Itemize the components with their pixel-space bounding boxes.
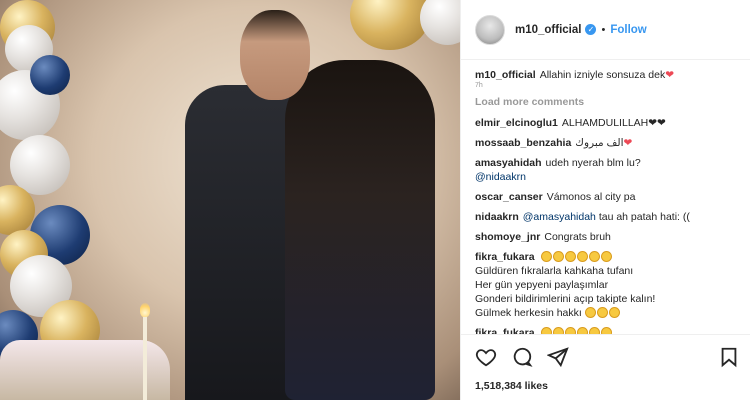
comment-item: fikra_fukara Güldüren fıkralarla kahkaha… xyxy=(475,250,738,320)
comment-username[interactable]: m10_official xyxy=(475,69,536,81)
comment-text: Congrats bruh xyxy=(544,231,611,243)
heart-outline-icon[interactable] xyxy=(475,346,497,368)
load-more-comments-button[interactable]: Load more comments xyxy=(475,96,738,108)
comment-line: Güldüren fıkralarla kahkaha tufanı xyxy=(475,265,634,277)
comment-username[interactable]: oscar_canser xyxy=(475,191,543,203)
man-head xyxy=(240,10,310,100)
comment-username[interactable]: amasyahidah xyxy=(475,157,542,169)
heart-emoji: ❤ xyxy=(665,69,675,81)
comment-username[interactable]: fikra_fukara xyxy=(475,251,535,263)
comment-text: ALHAMDULILLAH xyxy=(561,117,649,129)
comment-item: oscar_canser Vámonos al city pa xyxy=(475,190,738,204)
caption-text: Allahin izniyle sonsuza dek xyxy=(539,69,666,81)
balloon xyxy=(30,55,70,95)
mention-link[interactable]: @nidaakrn xyxy=(475,171,526,183)
instagram-post: m10_official ✓ • Follow m10_official Alla… xyxy=(0,0,750,400)
comment-item: shomoye_jnr Congrats bruh xyxy=(475,230,738,244)
laughing-emoji-icon xyxy=(541,251,613,263)
comment-line: Gonderi bildirimlerini açıp takipte kalı… xyxy=(475,293,656,305)
post-header: m10_official ✓ • Follow xyxy=(461,0,750,60)
comment-item: fikra_fukara xyxy=(475,326,738,334)
caption-time: 7h xyxy=(475,82,483,89)
follow-button[interactable]: Follow xyxy=(610,24,646,36)
comments-list[interactable]: m10_official Allahin izniyle sonsuza dek❤… xyxy=(461,60,750,334)
comment-text: tau ah patah hati: (( xyxy=(598,211,690,223)
share-arrow-icon[interactable] xyxy=(547,346,569,368)
comment-item: elmir_elcinoglu1 ALHAMDULILLAH❤❤ xyxy=(475,116,738,130)
post-photo[interactable] xyxy=(0,0,460,400)
comment-item: amasyahidah udeh nyerah blm lu? @nidaakrn xyxy=(475,156,738,184)
candle-flame xyxy=(140,303,150,317)
separator-dot: • xyxy=(601,23,606,36)
comment-item: mossaab_benzahia الف مبروك❤ xyxy=(475,136,738,150)
balloon xyxy=(420,0,460,45)
header-username[interactable]: m10_official xyxy=(515,24,581,36)
verified-badge-icon: ✓ xyxy=(585,24,597,35)
action-bar xyxy=(461,334,750,378)
comment-text: الف مبروك xyxy=(575,137,624,149)
comment-username[interactable]: nidaakrn xyxy=(475,211,519,223)
laughing-emoji-icon xyxy=(541,327,613,334)
laughing-emoji-icon xyxy=(584,307,621,319)
balloon xyxy=(350,0,430,50)
black-heart-emoji: ❤❤ xyxy=(648,117,666,129)
mention-link[interactable]: @amasyahidah xyxy=(523,211,596,223)
comment-username[interactable]: mossaab_benzahia xyxy=(475,137,571,149)
caption: m10_official Allahin izniyle sonsuza dek❤… xyxy=(475,68,738,90)
comment-line: Her gün yepyeni paylaşımlar xyxy=(475,279,609,291)
likes-count[interactable]: 1,518,384 likes xyxy=(461,378,750,400)
comment-username[interactable]: elmir_elcinoglu1 xyxy=(475,117,558,129)
comment-text: Vámonos al city pa xyxy=(546,191,636,203)
comment-text: udeh nyerah blm lu? xyxy=(545,157,641,169)
bookmark-icon[interactable] xyxy=(718,346,740,368)
comment-username[interactable]: fikra_fukara xyxy=(475,327,535,334)
post-sidebar: m10_official ✓ • Follow m10_official Alla… xyxy=(460,0,750,400)
comment-line: Gülmek herkesin hakkı xyxy=(475,307,582,319)
comment-username[interactable]: shomoye_jnr xyxy=(475,231,540,243)
avatar[interactable] xyxy=(475,14,505,45)
comment-bubble-icon[interactable] xyxy=(511,346,533,368)
heart-emoji: ❤ xyxy=(623,137,633,149)
woman-figure xyxy=(285,60,435,400)
candle xyxy=(143,315,147,400)
comment-item: nidaakrn @amasyahidah tau ah patah hati: … xyxy=(475,210,738,224)
